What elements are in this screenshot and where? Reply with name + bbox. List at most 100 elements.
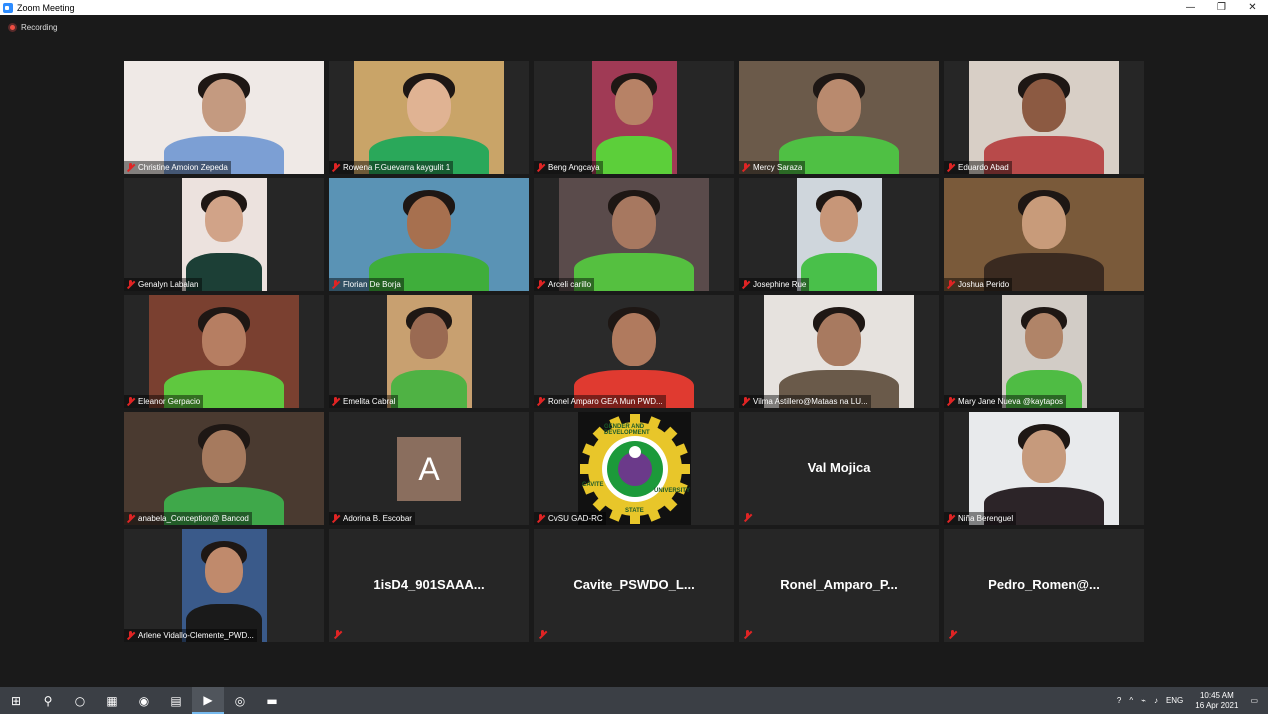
help-icon[interactable]: ? (1117, 696, 1121, 705)
participant-video (796, 178, 882, 291)
participant-tile[interactable]: 1isD4_901SAAA... (329, 529, 529, 642)
participant-name-label: Mary Jane Nueva @kaytapos (944, 395, 1067, 408)
participant-tile[interactable]: anabela_Conception@ Bancod (124, 412, 324, 525)
participant-video (534, 295, 734, 408)
participant-tile[interactable]: Genalyn Labalan (124, 178, 324, 291)
participant-tile[interactable]: Eleanor Gerpacio (124, 295, 324, 408)
minimize-button[interactable]: — (1175, 0, 1206, 15)
mic-muted-icon (946, 163, 955, 172)
close-button[interactable]: ✕ (1237, 0, 1268, 15)
participant-tile[interactable]: Niña Berenguel (944, 412, 1144, 525)
mic-muted-icon (333, 630, 342, 639)
participant-tile[interactable]: Ronel Amparo GEA Mun PWD... (534, 295, 734, 408)
participant-tile[interactable]: Christine Amoion Zepeda (124, 61, 324, 174)
obs-icon[interactable]: ◉ (128, 687, 160, 714)
clock[interactable]: 10:45 AM 16 Apr 2021 (1195, 691, 1238, 711)
participant-face (1022, 79, 1066, 132)
participant-tile[interactable]: A Adorina B. Escobar (329, 412, 529, 525)
volume-icon[interactable]: ♪ (1154, 696, 1158, 705)
participant-tile[interactable]: GENDER AND DEVELOPMENT CAVITE STATE UNIVERS… (534, 412, 734, 525)
participant-name-label: CvSU GAD-RC (534, 512, 606, 525)
participant-name-label: Christine Amoion Zepeda (124, 161, 231, 174)
participant-name-label: Eleanor Gerpacio (124, 395, 204, 408)
participant-center-name: 1isD4_901SAAA... (373, 577, 485, 592)
participant-tile[interactable]: Eduardo Abad (944, 61, 1144, 174)
participant-tile[interactable]: Beng Angcaya (534, 61, 734, 174)
participant-name: Josephine Rue (753, 280, 807, 289)
participant-face (612, 313, 656, 366)
participant-tile[interactable]: Rowena F.Guevarra kaygulit 1 (329, 61, 529, 174)
mic-muted-icon (536, 397, 545, 406)
chrome-icon[interactable]: ◎ (224, 687, 256, 714)
mic-muted-icon (126, 280, 135, 289)
participant-tile[interactable]: Josephine Rue (739, 178, 939, 291)
participant-avatar: A (397, 437, 461, 501)
participant-name-label: Arceli carillo (534, 278, 595, 291)
recording-indicator[interactable]: Recording (8, 23, 57, 32)
participant-name-label: Arlene Vidallo-Clemente_PWD... (124, 629, 257, 642)
participant-name-label: Joshua Perido (944, 278, 1013, 291)
participant-face (819, 196, 859, 242)
chevron-up-icon[interactable]: ^ (1129, 696, 1133, 705)
participant-tile[interactable]: Val Mojica (739, 412, 939, 525)
mic-muted-icon (331, 280, 340, 289)
participant-name: Rowena F.Guevarra kaygulit 1 (343, 163, 451, 172)
window-title-bar: Zoom Meeting — ❐ ✕ (0, 0, 1268, 15)
network-icon[interactable]: ⌁ (1141, 696, 1146, 705)
participant-video (591, 61, 677, 174)
zoom-icon[interactable]: ▶ (192, 687, 224, 714)
participant-name-label: Rowena F.Guevarra kaygulit 1 (329, 161, 454, 174)
participant-tile[interactable]: Arlene Vidallo-Clemente_PWD... (124, 529, 324, 642)
notifications-icon[interactable]: ▭ (1250, 696, 1258, 705)
zoom-app-icon (3, 2, 13, 13)
system-tray: ? ^ ⌁ ♪ ENG 10:45 AM 16 Apr 2021 ▭ (1113, 687, 1268, 714)
mic-muted-icon (331, 397, 340, 406)
file-explorer-icon[interactable]: ▬ (256, 687, 288, 714)
clock-date: 16 Apr 2021 (1195, 700, 1239, 710)
participant-name: Mary Jane Nueva @kaytapos (958, 397, 1064, 406)
meeting-area: Recording Christine Amoion Zepeda Rowena … (0, 15, 1268, 687)
participant-tile[interactable]: Pedro_Romen@... (944, 529, 1144, 642)
logo-top-text: GENDER AND DEVELOPMENT (604, 424, 650, 436)
mic-muted-icon (536, 163, 545, 172)
participant-tile[interactable]: Cavite_PSWDO_L... (534, 529, 734, 642)
mic-muted-icon (743, 630, 752, 639)
participant-name: Ronel Amparo GEA Mun PWD... (548, 397, 663, 406)
participant-face (1022, 430, 1066, 483)
participant-video (559, 178, 709, 291)
participant-name: anabela_Conception@ Bancod (138, 514, 249, 523)
participant-tile[interactable]: Ronel_Amparo_P... (739, 529, 939, 642)
participant-name: Joshua Perido (958, 280, 1010, 289)
participant-name: Niña Berenguel (958, 514, 1014, 523)
participant-video (354, 61, 504, 174)
participant-tile[interactable]: Vilma Astillero@Mataas na LU... (739, 295, 939, 408)
cvsu-gad-logo: GENDER AND DEVELOPMENT CAVITE STATE UNIVERS… (578, 412, 691, 525)
participant-name-label: Adorina B. Escobar (329, 512, 415, 525)
cortana-icon[interactable]: ○ (64, 687, 96, 714)
participant-shirt (800, 253, 878, 291)
participant-tile[interactable]: Mercy Saraza (739, 61, 939, 174)
participant-video (764, 295, 914, 408)
participant-face (817, 313, 861, 366)
participant-shirt (595, 136, 673, 174)
language-indicator[interactable]: ENG (1166, 696, 1183, 705)
participant-tile[interactable]: Joshua Perido (944, 178, 1144, 291)
window-title: Zoom Meeting (17, 2, 75, 13)
participant-center-name: Ronel_Amparo_P... (780, 577, 898, 592)
windows-start-icon[interactable]: ⊞ (0, 687, 32, 714)
mic-muted-icon (126, 514, 135, 523)
participant-tile[interactable]: Emelita Cabral (329, 295, 529, 408)
remote-desktop-icon[interactable]: ▤ (160, 687, 192, 714)
maximize-button[interactable]: ❐ (1206, 0, 1237, 15)
participant-tile[interactable]: Florian De Borja (329, 178, 529, 291)
participant-name-label: Florian De Borja (329, 278, 404, 291)
participant-face (407, 196, 451, 249)
participant-name-label: Josephine Rue (739, 278, 810, 291)
search-icon[interactable]: ⚲ (32, 687, 64, 714)
participant-tile[interactable]: Arceli carillo (534, 178, 734, 291)
participant-face (204, 547, 244, 593)
participant-tile[interactable]: Mary Jane Nueva @kaytapos (944, 295, 1144, 408)
calculator-icon[interactable]: ▦ (96, 687, 128, 714)
participant-name: CvSU GAD-RC (548, 514, 603, 523)
participant-face (407, 79, 451, 132)
